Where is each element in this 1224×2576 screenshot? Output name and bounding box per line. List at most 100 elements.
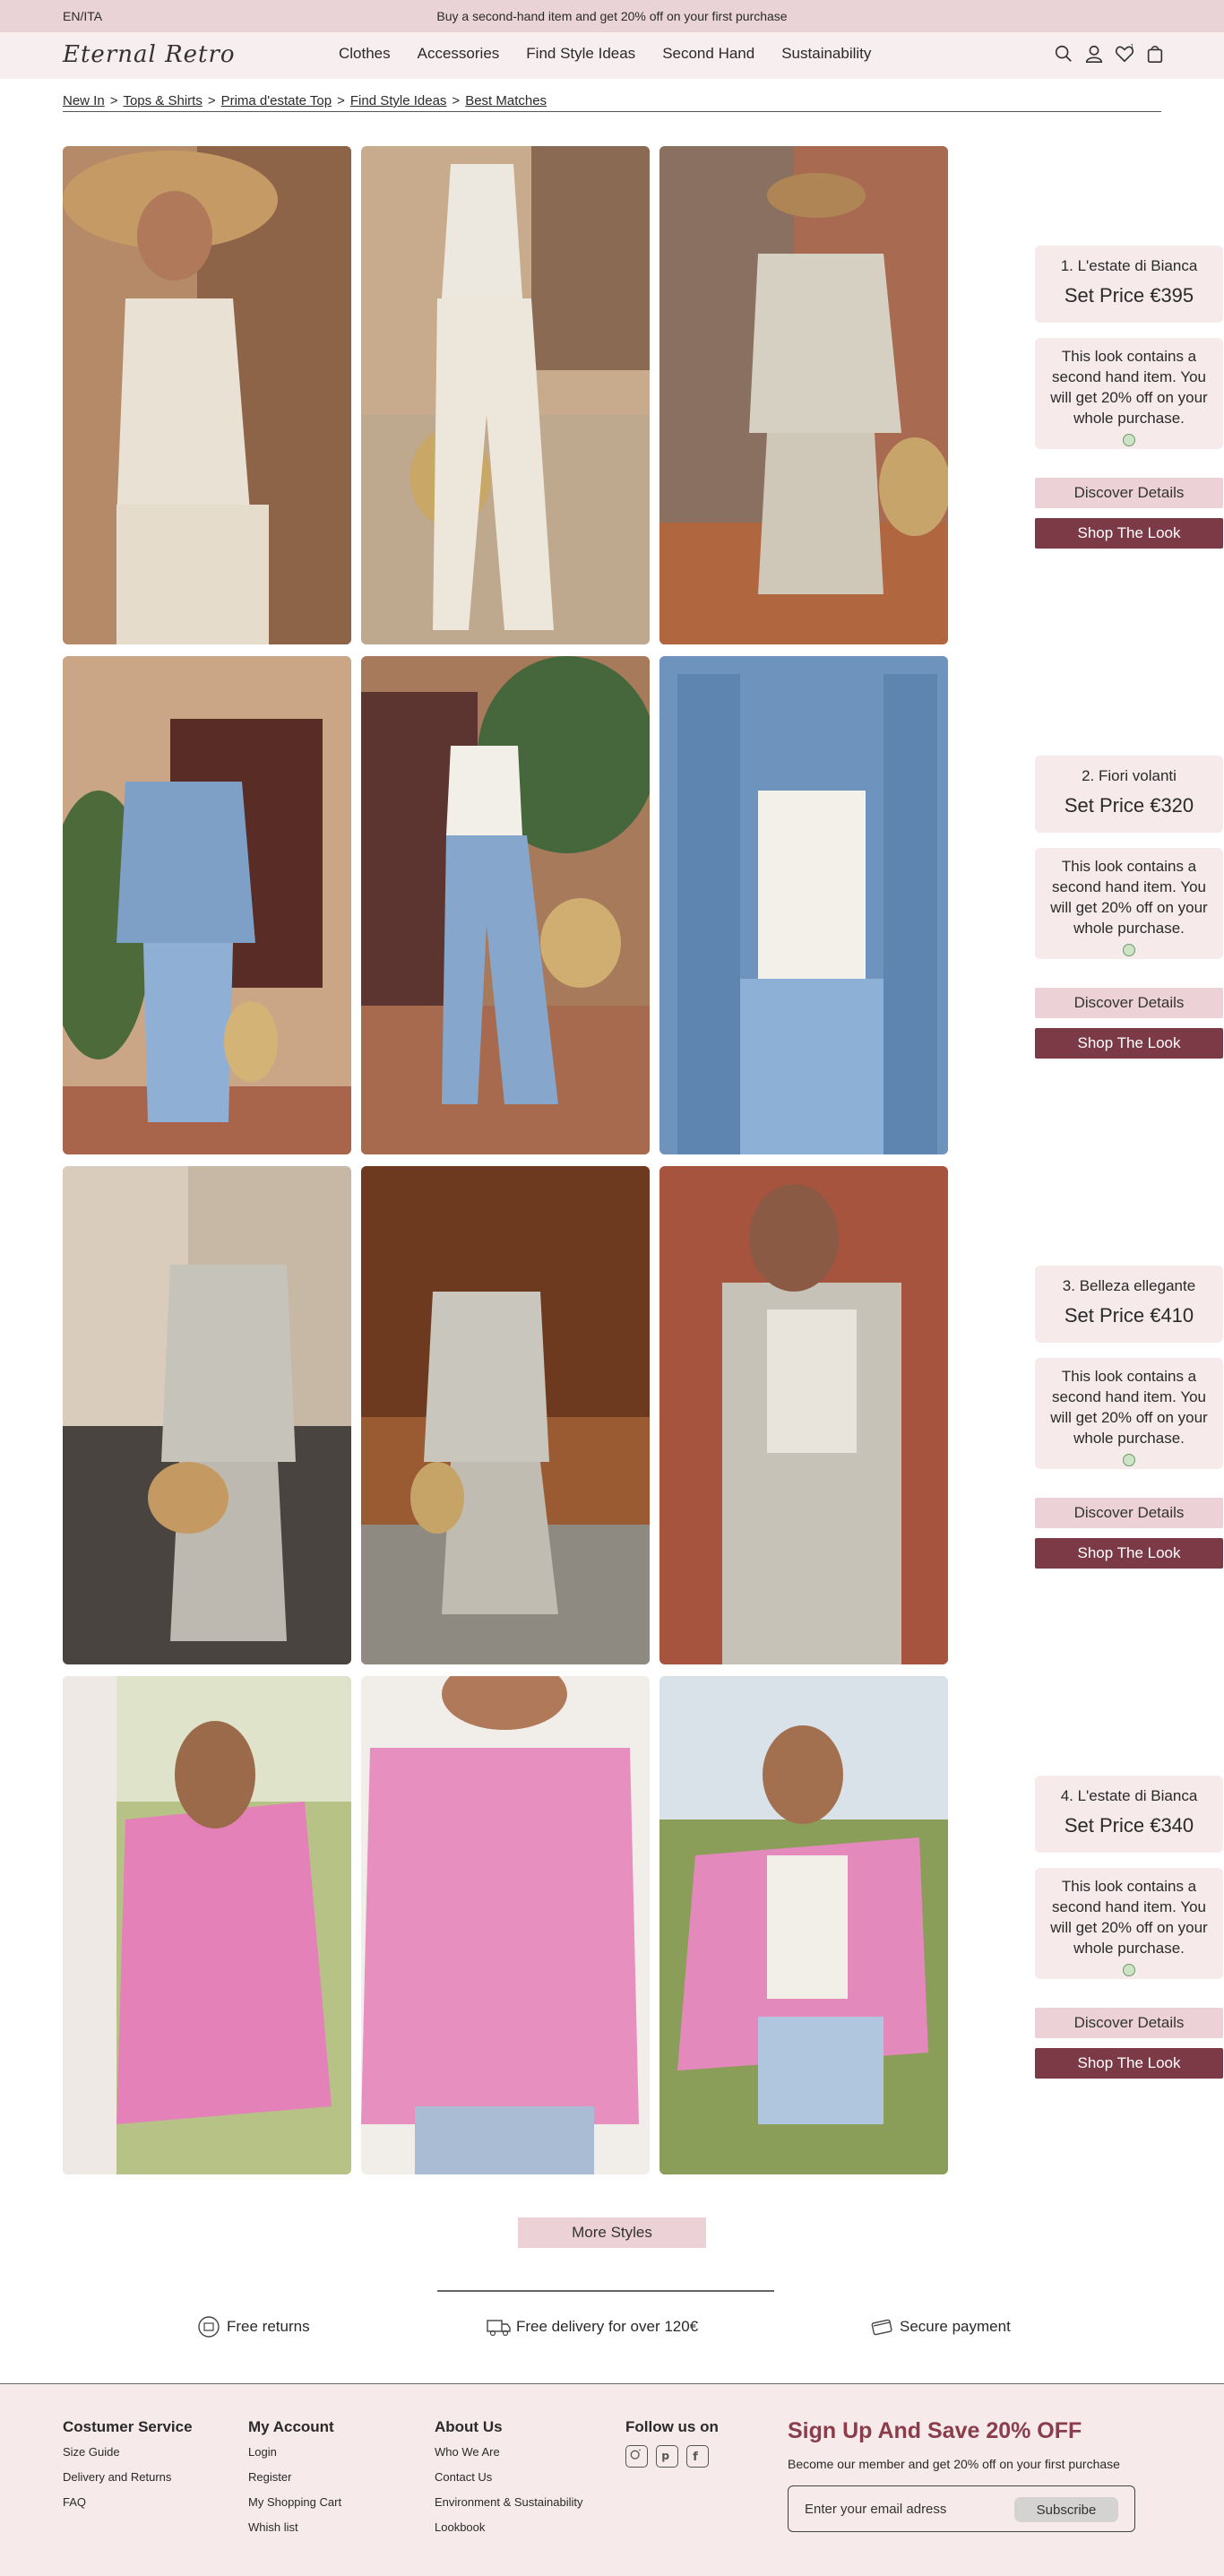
breadcrumb-tops-shirts[interactable]: Tops & Shirts xyxy=(123,93,202,108)
look-photo[interactable] xyxy=(659,146,948,644)
perk-secure-payment: Secure payment xyxy=(869,2315,1011,2338)
shop-the-look-button[interactable]: Shop The Look xyxy=(1035,1538,1223,1569)
subscribe-button[interactable]: Subscribe xyxy=(1014,2497,1118,2522)
look-photo[interactable] xyxy=(361,1166,650,1664)
delivery-truck-icon xyxy=(487,2320,511,2337)
menu-sustainability[interactable]: Sustainability xyxy=(781,45,871,63)
breadcrumb-new-in[interactable]: New In xyxy=(63,93,105,108)
footer-my-account: My Account Login Register My Shopping Ca… xyxy=(248,2418,341,2546)
social-icons: p f xyxy=(625,2445,719,2468)
look-title: 2. Fiori volanti xyxy=(1082,767,1177,784)
promo-text: Buy a second-hand item and get 20% off o… xyxy=(436,9,788,23)
email-input[interactable] xyxy=(805,2498,1002,2520)
footer-link-contact-us[interactable]: Contact Us xyxy=(435,2470,582,2484)
footer-link-login[interactable]: Login xyxy=(248,2445,341,2459)
search-icon[interactable] xyxy=(1054,43,1073,65)
more-styles-button[interactable]: More Styles xyxy=(518,2217,706,2248)
footer-heading: My Account xyxy=(248,2418,334,2435)
leaf-icon xyxy=(1123,1453,1135,1466)
look-price: Set Price €410 xyxy=(1064,1304,1194,1327)
footer-follow-us: Follow us on p f xyxy=(625,2418,719,2468)
second-hand-info: This look contains a second hand item. Y… xyxy=(1035,1868,1223,1979)
instagram-icon[interactable] xyxy=(625,2445,648,2468)
look-photo[interactable] xyxy=(63,656,351,1154)
footer-link-shopping-cart[interactable]: My Shopping Cart xyxy=(248,2495,341,2509)
look-title-box: 4. L'estate di Bianca Set Price €340 xyxy=(1035,1776,1223,1853)
main-menu: Clothes Accessories Find Style Ideas Sec… xyxy=(339,45,898,63)
chevron-right-icon: > xyxy=(337,93,345,108)
menu-find-style-ideas[interactable]: Find Style Ideas xyxy=(526,45,635,63)
footer-about-us: About Us Who We Are Contact Us Environme… xyxy=(435,2418,582,2546)
svg-text:f: f xyxy=(693,2451,698,2464)
footer-link-who-we-are[interactable]: Who We Are xyxy=(435,2445,582,2459)
look-panel: 2. Fiori volanti Set Price €320 This loo… xyxy=(1035,756,1223,1059)
site-logo[interactable]: Eternal Retro xyxy=(63,41,236,68)
shop-the-look-button[interactable]: Shop The Look xyxy=(1035,2048,1223,2079)
payment-card-icon xyxy=(871,2319,892,2336)
look-price: Set Price €320 xyxy=(1064,794,1194,817)
footer-link-size-guide[interactable]: Size Guide xyxy=(63,2445,193,2459)
footer-heading: Follow us on xyxy=(625,2418,719,2435)
menu-accessories[interactable]: Accessories xyxy=(418,45,500,63)
footer-link-faq[interactable]: FAQ xyxy=(63,2495,193,2509)
chevron-right-icon: > xyxy=(109,93,118,108)
footer-link-register[interactable]: Register xyxy=(248,2470,341,2484)
look-photo[interactable] xyxy=(63,1166,351,1664)
breadcrumb-product[interactable]: Prima d'estate Top xyxy=(221,93,332,108)
look-title-box: 1. L'estate di Bianca Set Price €395 xyxy=(1035,246,1223,323)
pinterest-icon[interactable]: p xyxy=(656,2445,678,2468)
shop-the-look-button[interactable]: Shop The Look xyxy=(1035,1028,1223,1059)
discover-details-button[interactable]: Discover Details xyxy=(1035,478,1223,508)
footer-link-lookbook[interactable]: Lookbook xyxy=(435,2520,582,2534)
discover-details-button[interactable]: Discover Details xyxy=(1035,2008,1223,2038)
newsletter-signup: Sign Up And Save 20% OFF Become our memb… xyxy=(788,2418,1164,2532)
second-hand-info: This look contains a second hand item. Y… xyxy=(1035,848,1223,959)
svg-text:1: 1 xyxy=(1130,43,1133,50)
look-photo[interactable] xyxy=(361,656,650,1154)
menu-clothes[interactable]: Clothes xyxy=(339,45,391,63)
footer-link-wishlist[interactable]: Whish list xyxy=(248,2520,341,2534)
signup-text: Become our member and get 20% off on you… xyxy=(788,2457,1120,2471)
look-photo[interactable] xyxy=(63,1676,351,2174)
look-photo[interactable] xyxy=(659,1166,948,1664)
footer: Costumer Service Size Guide Delivery and… xyxy=(0,2383,1224,2576)
breadcrumb-find-style-ideas[interactable]: Find Style Ideas xyxy=(350,93,447,108)
second-hand-text: This look contains a second hand item. Y… xyxy=(1050,858,1208,937)
look-panel: 3. Belleza ellegante Set Price €410 This… xyxy=(1035,1266,1223,1569)
discover-details-button[interactable]: Discover Details xyxy=(1035,988,1223,1018)
look-title: 4. L'estate di Bianca xyxy=(1060,1787,1198,1804)
perk-label: Free returns xyxy=(227,2318,310,2335)
menu-second-hand[interactable]: Second Hand xyxy=(662,45,754,63)
leaf-icon xyxy=(1123,1963,1135,1976)
account-icon[interactable] xyxy=(1084,43,1104,65)
footer-link-delivery-returns[interactable]: Delivery and Returns xyxy=(63,2470,193,2484)
cart-icon[interactable] xyxy=(1145,43,1165,65)
discover-details-button[interactable]: Discover Details xyxy=(1035,1498,1223,1528)
look-photo[interactable] xyxy=(659,656,948,1154)
look-photo[interactable] xyxy=(659,1676,948,2174)
look-photo[interactable] xyxy=(63,146,351,644)
second-hand-info: This look contains a second hand item. Y… xyxy=(1035,338,1223,449)
perk-free-returns: Free returns xyxy=(196,2315,310,2338)
facebook-icon[interactable]: f xyxy=(686,2445,709,2468)
look-photo[interactable] xyxy=(361,1676,650,2174)
footer-link-environment[interactable]: Environment & Sustainability xyxy=(435,2495,582,2509)
shop-the-look-button[interactable]: Shop The Look xyxy=(1035,518,1223,549)
look-title: 1. L'estate di Bianca xyxy=(1060,257,1198,274)
look-title-box: 3. Belleza ellegante Set Price €410 xyxy=(1035,1266,1223,1343)
footer-heading: About Us xyxy=(435,2418,503,2435)
wishlist-icon[interactable]: 1 xyxy=(1115,43,1134,65)
divider xyxy=(63,111,1161,112)
perk-label: Free delivery for over 120€ xyxy=(516,2318,699,2335)
look-photo[interactable] xyxy=(361,146,650,644)
breadcrumb-best-matches[interactable]: Best Matches xyxy=(465,93,547,108)
second-hand-text: This look contains a second hand item. Y… xyxy=(1050,1368,1208,1447)
look-title: 3. Belleza ellegante xyxy=(1062,1277,1196,1294)
return-box-icon xyxy=(198,2316,220,2338)
look-4: 4. L'estate di Bianca Set Price €340 Thi… xyxy=(63,1676,1223,2174)
look-price: Set Price €340 xyxy=(1064,1814,1194,1837)
header-icons: 1 xyxy=(1054,43,1165,65)
footer-heading: Costumer Service xyxy=(63,2418,193,2435)
chevron-right-icon: > xyxy=(452,93,461,108)
look-3: 3. Belleza ellegante Set Price €410 This… xyxy=(63,1166,1223,1664)
